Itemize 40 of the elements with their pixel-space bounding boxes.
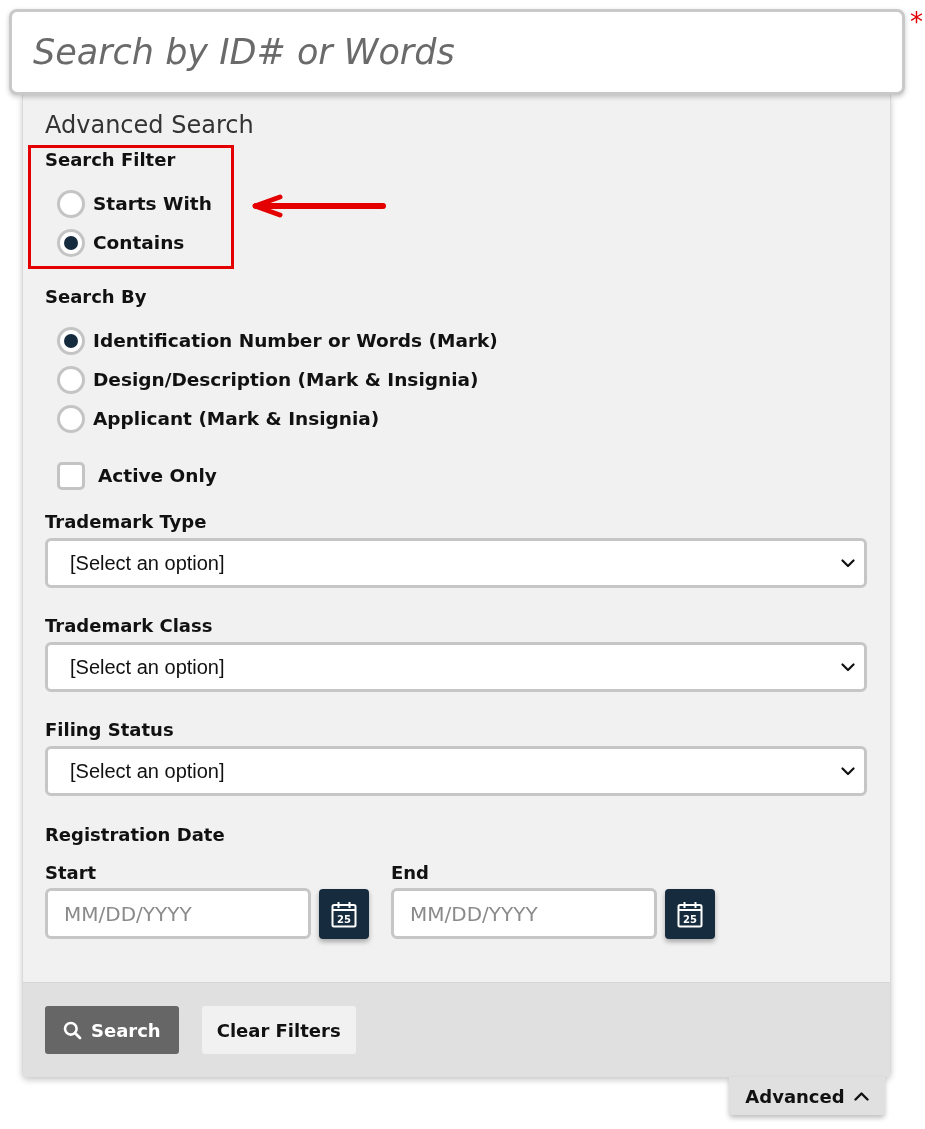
radio-button[interactable]: [57, 365, 85, 394]
search-button[interactable]: Search: [45, 1006, 179, 1054]
field-label: End: [391, 862, 430, 884]
field-label: Trademark Type: [45, 511, 208, 533]
field-label: Filing Status: [45, 719, 175, 741]
group-label: Search Filter: [45, 149, 177, 171]
radio-button[interactable]: [57, 326, 85, 355]
clear-filters-button[interactable]: Clear Filters: [201, 1006, 356, 1054]
radio-label: Starts With: [93, 192, 212, 215]
advanced-toggle[interactable]: Advanced: [729, 1077, 885, 1115]
required-mark: *: [910, 9, 923, 35]
radio-label: Applicant (Mark & Insignia): [93, 407, 380, 430]
radio-label: Design/Description (Mark & Insignia): [93, 368, 479, 391]
chevron-down-icon: [841, 766, 855, 776]
date-field[interactable]: MM/DD/YYYY: [45, 888, 311, 939]
chevron-down-icon: [841, 662, 855, 672]
calendar-icon: 25: [331, 900, 357, 928]
select-field[interactable]: [Select an option]: [45, 746, 867, 796]
field-label: Trademark Class: [45, 615, 214, 637]
search-icon: [63, 1020, 82, 1040]
calendar-button[interactable]: 25: [665, 889, 715, 939]
field-label: Start: [45, 862, 98, 884]
checkbox-label: Active Only: [98, 464, 217, 487]
date-field[interactable]: MM/DD/YYYY: [391, 888, 657, 939]
search-field[interactable]: Search by ID# or Words: [9, 9, 905, 95]
calendar-button[interactable]: 25: [319, 889, 369, 939]
radio-label: Identification Number or Words (Mark): [93, 329, 498, 352]
radio-button[interactable]: [57, 228, 85, 257]
calendar-icon: 25: [677, 900, 703, 928]
field-label: Registration Date: [45, 824, 226, 846]
select-field[interactable]: [Select an option]: [45, 538, 867, 588]
caret-up-icon: [853, 1091, 869, 1101]
radio-button[interactable]: [57, 404, 85, 433]
group-label: Search By: [45, 286, 148, 308]
panel-title: Advanced Search: [45, 110, 255, 140]
chevron-down-icon: [841, 558, 855, 568]
checkbox[interactable]: [57, 461, 85, 490]
radio-button[interactable]: [57, 189, 85, 218]
select-field[interactable]: [Select an option]: [45, 642, 867, 692]
radio-label: Contains: [93, 231, 185, 254]
